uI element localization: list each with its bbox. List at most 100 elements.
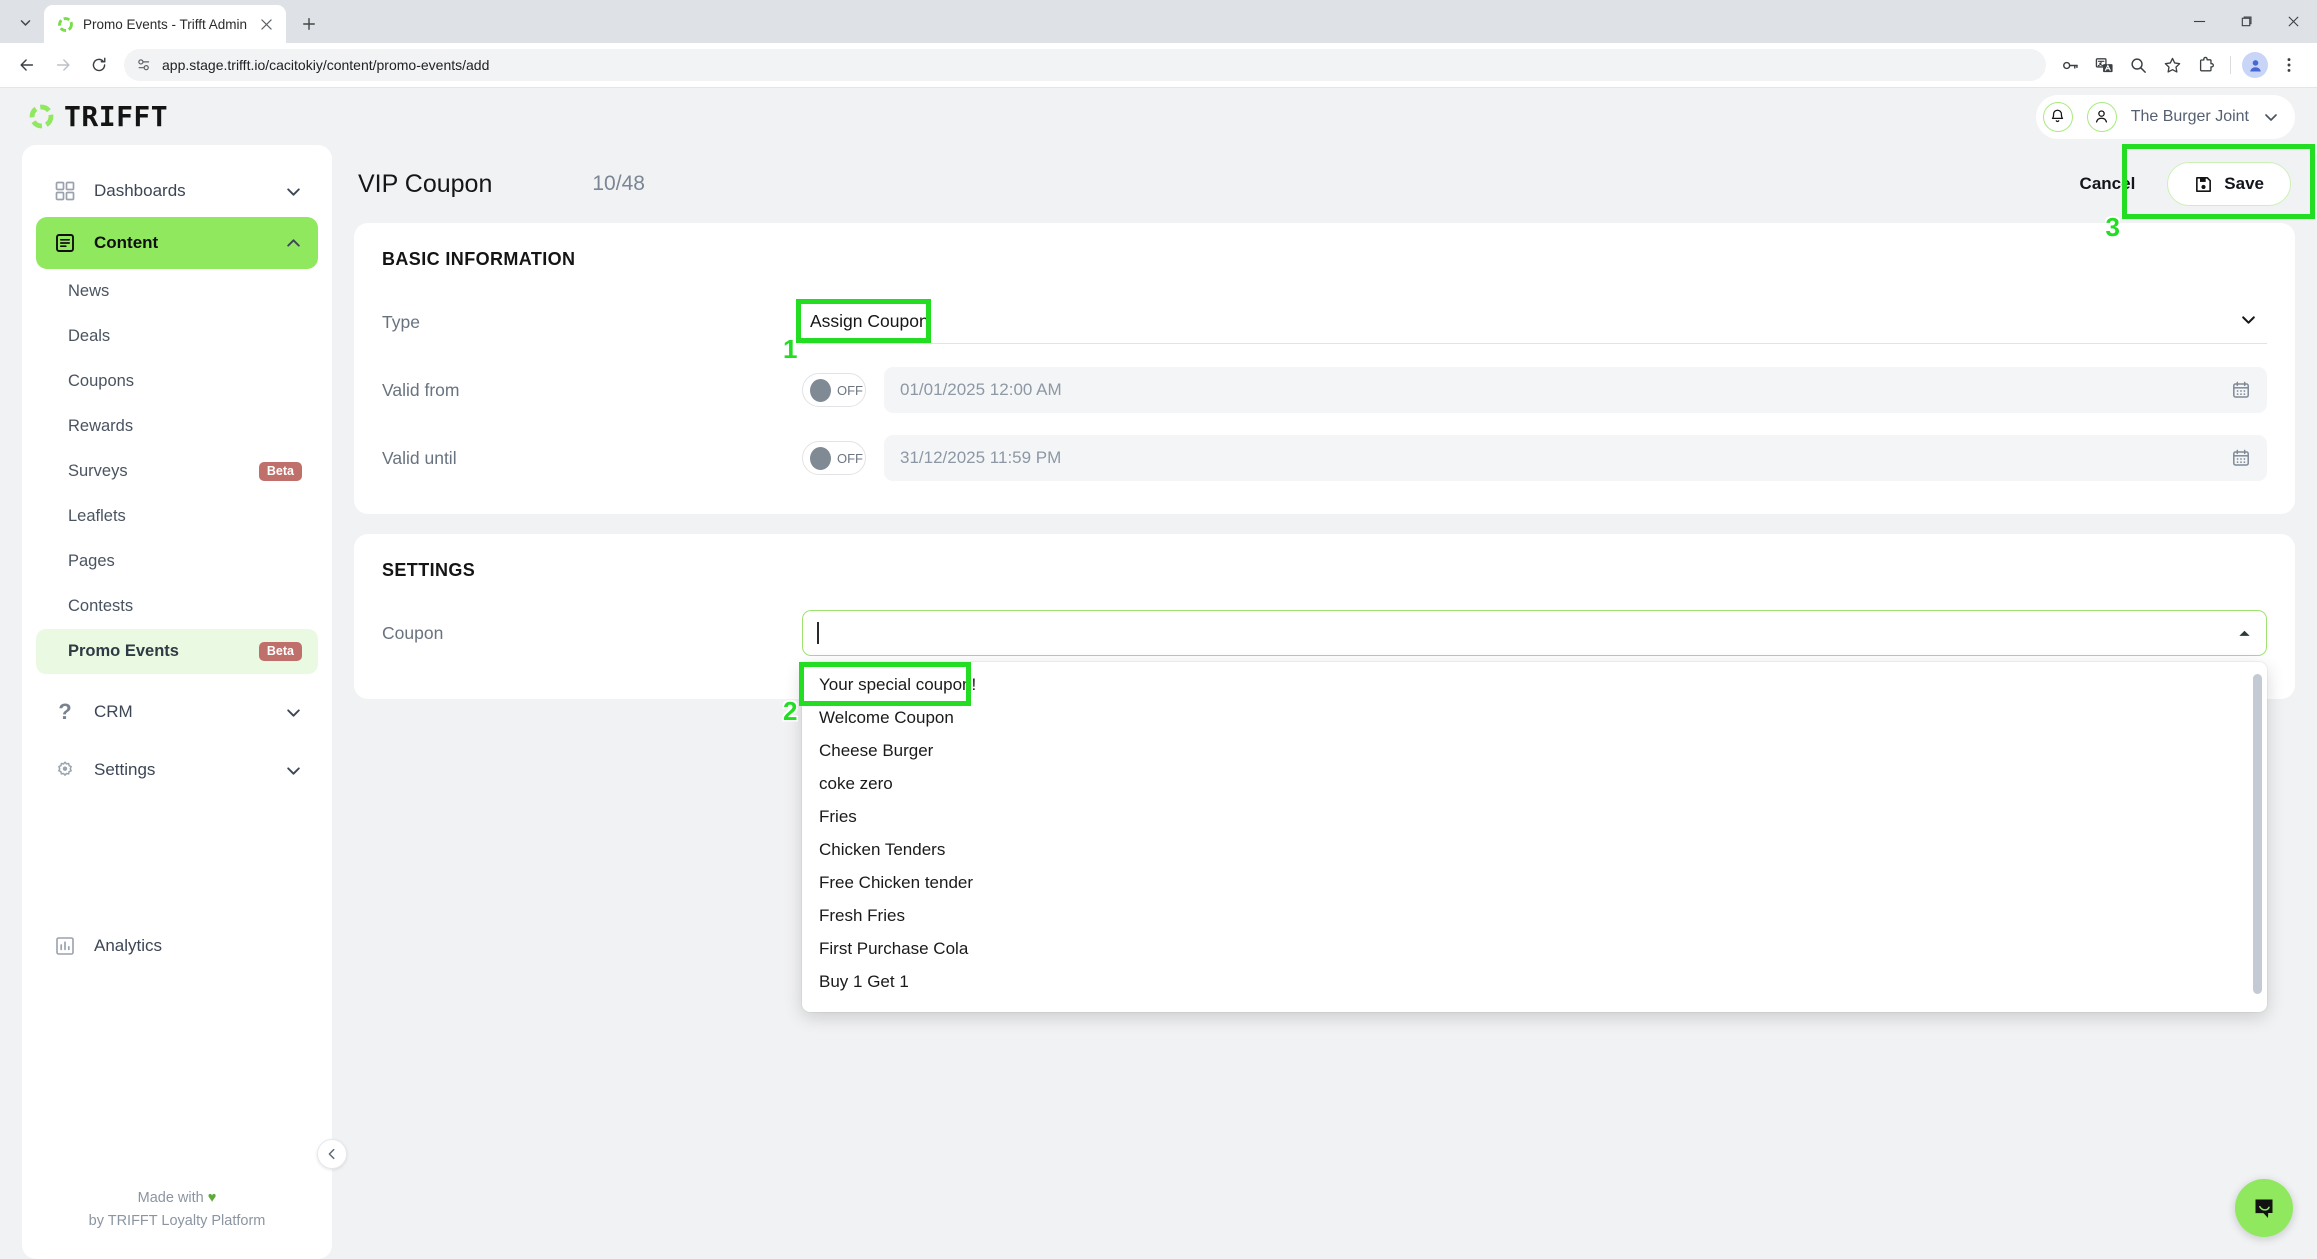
omnibox[interactable]: app.stage.trifft.io/cacitokiy/content/pr…: [124, 49, 2046, 81]
password-key-icon[interactable]: [2054, 49, 2086, 81]
chat-widget-button[interactable]: [2235, 1179, 2293, 1237]
brand-logo[interactable]: TRIFFT: [22, 100, 168, 133]
person-icon[interactable]: [2086, 101, 2117, 132]
coupon-option-fries[interactable]: Fries: [802, 800, 2267, 833]
valid-from-date-field[interactable]: 01/01/2025 12:00 AM: [884, 367, 2267, 413]
window-maximize-icon[interactable]: [2223, 0, 2270, 43]
valid-until-label: Valid until: [382, 447, 457, 468]
bell-icon[interactable]: [2042, 101, 2073, 132]
sidebar-item-crm[interactable]: ? CRM: [36, 686, 318, 738]
sidebar-item-promo-events[interactable]: Promo Events Beta: [36, 629, 318, 674]
browser-tab[interactable]: Promo Events - Trifft Admin: [44, 5, 287, 43]
settings-card: SETTINGS Coupon Your special coupon! Wel…: [354, 534, 2295, 1012]
save-button[interactable]: Save: [2167, 162, 2291, 206]
valid-until-row: Valid until OFF 31/12/2025 11:59 PM: [382, 432, 2267, 484]
coupon-option-free-chicken-tender[interactable]: Free Chicken tender: [802, 866, 2267, 899]
browser-tab-title: Promo Events - Trifft Admin: [83, 16, 248, 32]
zoom-magnifier-icon[interactable]: [2122, 49, 2154, 81]
sidebar-item-deals[interactable]: Deals: [36, 314, 318, 359]
valid-from-label: Valid from: [382, 379, 460, 400]
coupon-search-input[interactable]: [802, 610, 2267, 656]
browser-toolbar: app.stage.trifft.io/cacitokiy/content/pr…: [0, 43, 2317, 88]
calendar-icon[interactable]: [2231, 380, 2251, 400]
sidebar-item-analytics[interactable]: Analytics: [36, 920, 318, 972]
translate-icon[interactable]: [2088, 49, 2120, 81]
valid-until-date-field[interactable]: 31/12/2025 11:59 PM: [884, 435, 2267, 481]
window-minimize-icon[interactable]: [2176, 0, 2223, 43]
chevron-down-icon[interactable]: [2240, 311, 2257, 333]
new-tab-plus-icon[interactable]: [292, 7, 326, 41]
extensions-puzzle-icon[interactable]: [2190, 49, 2222, 81]
valid-from-toggle[interactable]: OFF: [802, 373, 866, 407]
sidebar-item-settings[interactable]: Settings: [36, 744, 318, 796]
tab-search-chevron-down-icon[interactable]: [6, 4, 44, 40]
cancel-button[interactable]: Cancel: [2066, 166, 2150, 202]
coupon-option-first-purchase-cola[interactable]: First Purchase Cola: [802, 932, 2267, 965]
sidebar-item-news[interactable]: News: [36, 269, 318, 314]
organization-chevron-down-icon[interactable]: [2263, 109, 2279, 125]
sidebar-item-dashboards[interactable]: Dashboards: [36, 165, 318, 217]
chevron-down-icon[interactable]: [285, 183, 302, 200]
coupon-list-scrollbar[interactable]: [2253, 674, 2262, 994]
close-icon[interactable]: [256, 14, 276, 34]
chrome-menu-icon[interactable]: [2273, 49, 2305, 81]
calendar-icon[interactable]: [2231, 448, 2251, 468]
sidebar-item-coupons[interactable]: Coupons: [36, 359, 318, 404]
window-controls: [2176, 0, 2317, 43]
coupon-option-fresh-fries[interactable]: Fresh Fries: [802, 899, 2267, 932]
browser-tab-strip: Promo Events - Trifft Admin: [0, 0, 2317, 43]
type-select[interactable]: Assign Coupon: [802, 300, 2267, 344]
coupon-combobox: Your special coupon! Welcome Coupon Chee…: [783, 610, 2267, 1012]
coupon-chevron-up-icon[interactable]: [2237, 626, 2252, 641]
type-control: Assign Coupon: [802, 300, 2267, 344]
browser-back-arrow-left-icon[interactable]: [10, 48, 44, 82]
coupon-control: Your special coupon! Welcome Coupon Chee…: [783, 610, 2267, 1012]
chevron-down-icon[interactable]: [285, 762, 302, 779]
site-settings-tune-icon[interactable]: [136, 57, 152, 73]
sidebar-item-content[interactable]: Content: [36, 217, 318, 269]
sidebar-item-rewards[interactable]: Rewards: [36, 404, 318, 449]
sidebar-item-label: Analytics: [94, 936, 163, 955]
browser-forward-arrow-right-icon[interactable]: [46, 48, 80, 82]
sidebar-item-leaflets[interactable]: Leaflets: [36, 494, 318, 539]
window-close-icon[interactable]: [2270, 0, 2317, 43]
basic-information-card: BASIC INFORMATION Type Assign Coupon 1 V…: [354, 223, 2295, 514]
browser-reload-icon[interactable]: [82, 48, 116, 82]
sidebar-item-surveys[interactable]: Surveys Beta: [36, 449, 318, 494]
header-account-cluster: The Burger Joint: [2035, 94, 2295, 139]
sidebar-subitem-label: Deals: [68, 327, 111, 345]
app-body: Dashboards Content News Deals Coupons Re…: [0, 144, 2317, 1259]
app-header: TRIFFT The Burger Joint: [0, 88, 2317, 145]
save-button-label: Save: [2224, 174, 2264, 193]
coupon-option-welcome-coupon[interactable]: Welcome Coupon: [802, 701, 2267, 734]
page-title: VIP Coupon: [358, 169, 493, 198]
profile-avatar-icon[interactable]: [2239, 49, 2271, 81]
chevron-up-icon[interactable]: [285, 235, 302, 252]
toggle-knob: [810, 446, 831, 470]
coupon-option-your-special-coupon[interactable]: Your special coupon!: [802, 668, 2267, 701]
floppy-disk-icon: [2194, 175, 2213, 194]
chevron-down-icon[interactable]: [285, 704, 302, 721]
sidebar-subitem-label: Coupons: [68, 372, 135, 390]
organization-name: The Burger Joint: [2130, 107, 2249, 125]
coupon-option-buy-1-get-1[interactable]: Buy 1 Get 1: [802, 965, 2267, 998]
coupon-option-cheese-burger[interactable]: Cheese Burger: [802, 734, 2267, 767]
sidebar-subitem-label: Surveys: [68, 462, 128, 480]
sidebar-item-pages[interactable]: Pages: [36, 539, 318, 584]
basic-information-title: BASIC INFORMATION: [382, 249, 576, 269]
browser-toolbar-actions: [2054, 49, 2307, 81]
sidebar-item-contests[interactable]: Contests: [36, 584, 318, 629]
bookmark-star-icon[interactable]: [2156, 49, 2188, 81]
valid-until-toggle[interactable]: OFF: [802, 441, 866, 475]
coupon-option-chicken-tenders[interactable]: Chicken Tenders: [802, 833, 2267, 866]
sidebar-item-label: Settings: [94, 760, 156, 779]
toolbar-divider: [2230, 56, 2231, 74]
coupon-options-list[interactable]: Your special coupon! Welcome Coupon Chee…: [802, 662, 2267, 1012]
sidebar-collapse-chevron-left-icon[interactable]: [317, 1139, 347, 1169]
annotation-number-1: 1: [783, 334, 798, 364]
beta-badge: Beta: [258, 641, 302, 662]
page-header-actions: Cancel Save 3: [2066, 144, 2315, 242]
toggle-state-label: OFF: [837, 382, 863, 398]
coupon-option-coke-zero[interactable]: coke zero: [802, 767, 2267, 800]
sidebar: Dashboards Content News Deals Coupons Re…: [22, 145, 347, 1259]
